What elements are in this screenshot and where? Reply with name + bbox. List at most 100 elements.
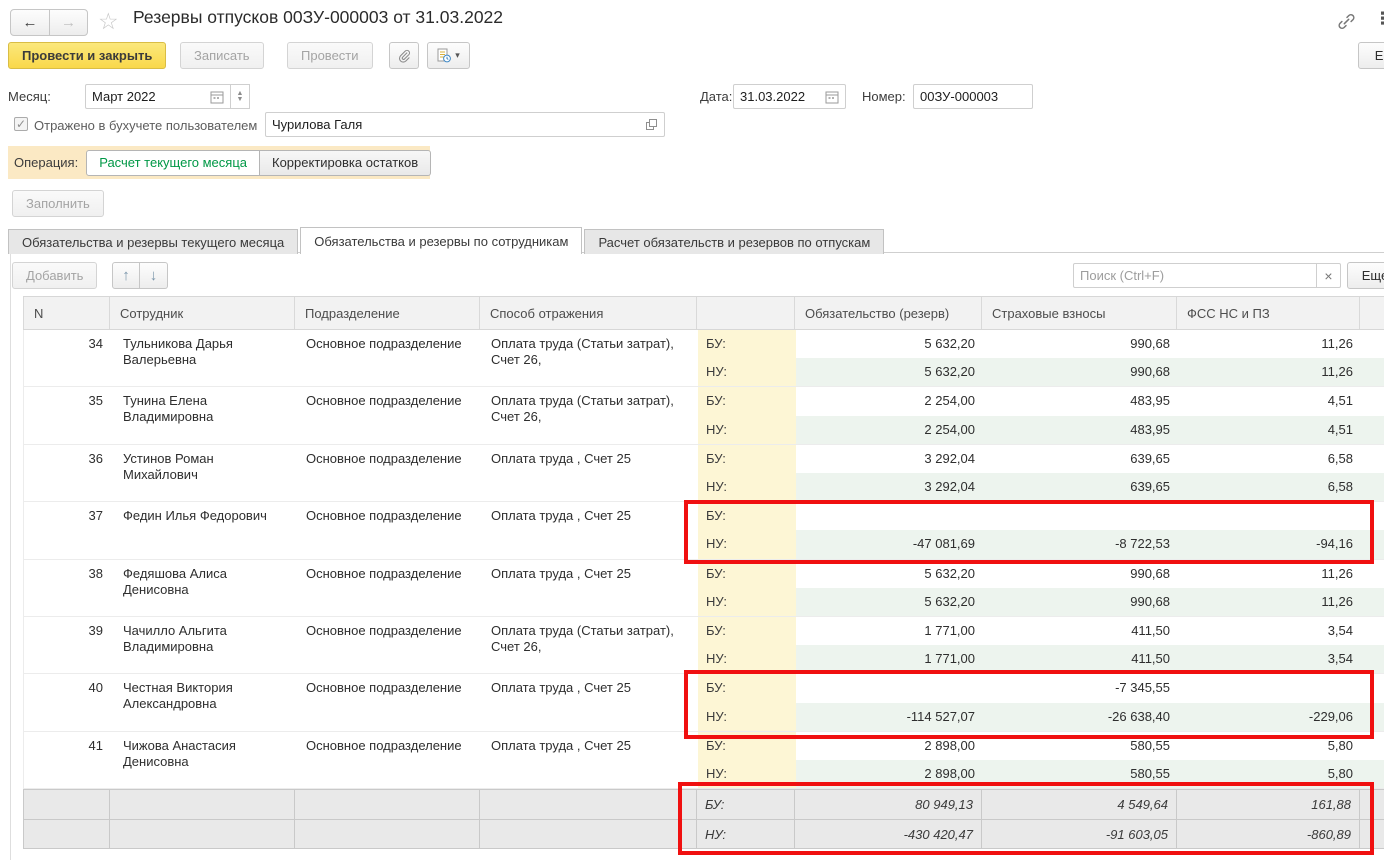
cell-department[interactable]: Основное подразделение bbox=[296, 502, 481, 558]
cell-nu-fss[interactable]: 4,51 bbox=[1178, 416, 1361, 444]
cell-nu-insurance[interactable]: 990,68 bbox=[983, 358, 1178, 386]
cell-nu-liability[interactable]: 2 898,00 bbox=[796, 760, 983, 788]
cell-bu-fss[interactable]: 3,54 bbox=[1178, 617, 1361, 645]
cell-nu-fss[interactable]: 3,54 bbox=[1178, 645, 1361, 673]
cell-method[interactable]: Оплата труда , Счет 25 bbox=[481, 445, 698, 501]
cell-bu-fss[interactable]: 4,51 bbox=[1178, 387, 1361, 415]
cell-bu-liability[interactable]: 3 292,04 bbox=[796, 445, 983, 473]
cell-n[interactable]: 35 bbox=[24, 387, 111, 443]
tab-liabilities-by-employee[interactable]: Обязательства и резервы по сотрудникам bbox=[300, 227, 582, 254]
date-input[interactable]: 31.03.2022 bbox=[733, 84, 846, 109]
cell-nu-liability[interactable]: 5 632,20 bbox=[796, 588, 983, 616]
cell-bu-fss[interactable]: 11,26 bbox=[1178, 560, 1361, 588]
cell-department[interactable]: Основное подразделение bbox=[296, 674, 481, 730]
table-row[interactable]: 36 Устинов Роман Михайлович Основное под… bbox=[23, 445, 1384, 502]
cell-method[interactable]: Оплата труда (Статьи затрат), Счет 26, bbox=[481, 617, 698, 673]
table-row[interactable]: 34 Тульникова Дарья Валерьевна Основное … bbox=[23, 330, 1384, 387]
cell-employee[interactable]: Федяшова Алиса Денисовна bbox=[111, 560, 296, 616]
favorite-star-icon[interactable]: ☆ bbox=[98, 8, 119, 35]
cell-bu-fss[interactable] bbox=[1178, 674, 1361, 702]
reflected-user-input[interactable]: Чурилова Галя bbox=[265, 112, 665, 137]
cell-department[interactable]: Основное подразделение bbox=[296, 560, 481, 616]
cell-nu-liability[interactable]: 5 632,20 bbox=[796, 358, 983, 386]
cell-nu-insurance[interactable]: 639,65 bbox=[983, 473, 1178, 501]
cell-nu-fss[interactable]: 11,26 bbox=[1178, 588, 1361, 616]
table-row[interactable]: 41 Чижова Анастасия Денисовна Основное п… bbox=[23, 732, 1384, 789]
cell-method[interactable]: Оплата труда , Счет 25 bbox=[481, 674, 698, 730]
cell-bu-liability[interactable]: 2 898,00 bbox=[796, 732, 983, 760]
attach-button[interactable] bbox=[389, 42, 419, 69]
cell-employee[interactable]: Чачилло Альгита Владимировна bbox=[111, 617, 296, 673]
cell-employee[interactable]: Честная Виктория Александровна bbox=[111, 674, 296, 730]
table-row[interactable]: 38 Федяшова Алиса Денисовна Основное под… bbox=[23, 560, 1384, 617]
posting-report-button[interactable]: ▾ bbox=[427, 42, 470, 69]
table-row[interactable]: 40 Честная Виктория Александровна Основн… bbox=[23, 674, 1384, 731]
cell-method[interactable]: Оплата труда (Статьи затрат), Счет 26, bbox=[481, 330, 698, 386]
cell-nu-liability[interactable]: -47 081,69 bbox=[796, 530, 983, 558]
calendar-icon[interactable] bbox=[825, 90, 839, 104]
cell-n[interactable]: 37 bbox=[24, 502, 111, 558]
cell-method[interactable]: Оплата труда , Счет 25 bbox=[481, 560, 698, 616]
cell-bu-liability[interactable]: 5 632,20 bbox=[796, 560, 983, 588]
fill-button[interactable]: Заполнить bbox=[12, 190, 104, 217]
kebab-menu-icon[interactable]: ⋮ bbox=[1374, 9, 1384, 29]
link-icon[interactable] bbox=[1336, 11, 1357, 35]
month-spinner[interactable]: ▲ ▼ bbox=[231, 84, 250, 109]
table-row[interactable]: 39 Чачилло Альгита Владимировна Основное… bbox=[23, 617, 1384, 674]
cell-bu-insurance[interactable] bbox=[983, 502, 1178, 530]
open-field-icon[interactable] bbox=[645, 118, 658, 131]
reflected-checkbox[interactable]: ✓ bbox=[14, 117, 28, 131]
cell-nu-insurance[interactable]: -26 638,40 bbox=[983, 703, 1178, 731]
cell-nu-liability[interactable]: 1 771,00 bbox=[796, 645, 983, 673]
cell-nu-insurance[interactable]: 411,50 bbox=[983, 645, 1178, 673]
cell-bu-insurance[interactable]: 580,55 bbox=[983, 732, 1178, 760]
cell-nu-fss[interactable]: 5,80 bbox=[1178, 760, 1361, 788]
cell-n[interactable]: 40 bbox=[24, 674, 111, 730]
cell-n[interactable]: 34 bbox=[24, 330, 111, 386]
post-and-close-button[interactable]: Провести и закрыть bbox=[8, 42, 166, 69]
cell-method[interactable]: Оплата труда , Счет 25 bbox=[481, 732, 698, 788]
cell-nu-insurance[interactable]: 990,68 bbox=[983, 588, 1178, 616]
back-icon[interactable]: ← bbox=[11, 10, 49, 35]
cell-department[interactable]: Основное подразделение bbox=[296, 732, 481, 788]
cell-n[interactable]: 36 bbox=[24, 445, 111, 501]
number-input[interactable]: 00ЗУ-000003 bbox=[913, 84, 1033, 109]
cell-bu-liability[interactable] bbox=[796, 674, 983, 702]
cell-bu-insurance[interactable]: 411,50 bbox=[983, 617, 1178, 645]
cell-department[interactable]: Основное подразделение bbox=[296, 445, 481, 501]
cell-n[interactable]: 41 bbox=[24, 732, 111, 788]
cell-nu-insurance[interactable]: 580,55 bbox=[983, 760, 1178, 788]
cell-nu-fss[interactable]: -94,16 bbox=[1178, 530, 1361, 558]
cell-department[interactable]: Основное подразделение bbox=[296, 387, 481, 443]
cell-nu-liability[interactable]: -114 527,07 bbox=[796, 703, 983, 731]
cell-employee[interactable]: Устинов Роман Михайлович bbox=[111, 445, 296, 501]
post-button[interactable]: Провести bbox=[287, 42, 373, 69]
operation-option-current-month[interactable]: Расчет текущего месяца bbox=[86, 150, 260, 176]
cell-nu-fss[interactable]: 6,58 bbox=[1178, 473, 1361, 501]
cell-employee[interactable]: Тульникова Дарья Валерьевна bbox=[111, 330, 296, 386]
cell-n[interactable]: 38 bbox=[24, 560, 111, 616]
cell-n[interactable]: 39 bbox=[24, 617, 111, 673]
cell-bu-fss[interactable]: 6,58 bbox=[1178, 445, 1361, 473]
cell-bu-insurance[interactable]: -7 345,55 bbox=[983, 674, 1178, 702]
cell-bu-insurance[interactable]: 990,68 bbox=[983, 560, 1178, 588]
cell-bu-fss[interactable] bbox=[1178, 502, 1361, 530]
cell-bu-liability[interactable] bbox=[796, 502, 983, 530]
tab-reserve-calculation[interactable]: Расчет обязательств и резервов по отпуск… bbox=[584, 229, 884, 254]
cell-bu-liability[interactable]: 5 632,20 bbox=[796, 330, 983, 358]
cell-bu-liability[interactable]: 2 254,00 bbox=[796, 387, 983, 415]
tab-current-month-liabilities[interactable]: Обязательства и резервы текущего месяца bbox=[8, 229, 298, 254]
forward-icon[interactable]: → bbox=[49, 10, 87, 35]
calendar-icon[interactable] bbox=[210, 90, 224, 104]
cell-employee[interactable]: Тунина Елена Владимировна bbox=[111, 387, 296, 443]
cell-bu-insurance[interactable]: 990,68 bbox=[983, 330, 1178, 358]
cell-employee[interactable]: Чижова Анастасия Денисовна bbox=[111, 732, 296, 788]
cell-nu-liability[interactable]: 2 254,00 bbox=[796, 416, 983, 444]
cell-bu-insurance[interactable]: 639,65 bbox=[983, 445, 1178, 473]
cell-bu-liability[interactable]: 1 771,00 bbox=[796, 617, 983, 645]
table-row[interactable]: 37 Федин Илья Федорович Основное подразд… bbox=[23, 502, 1384, 559]
cell-bu-fss[interactable]: 11,26 bbox=[1178, 330, 1361, 358]
cell-department[interactable]: Основное подразделение bbox=[296, 330, 481, 386]
operation-option-balance-correction[interactable]: Корректировка остатков bbox=[260, 150, 431, 176]
cell-method[interactable]: Оплата труда , Счет 25 bbox=[481, 502, 698, 558]
